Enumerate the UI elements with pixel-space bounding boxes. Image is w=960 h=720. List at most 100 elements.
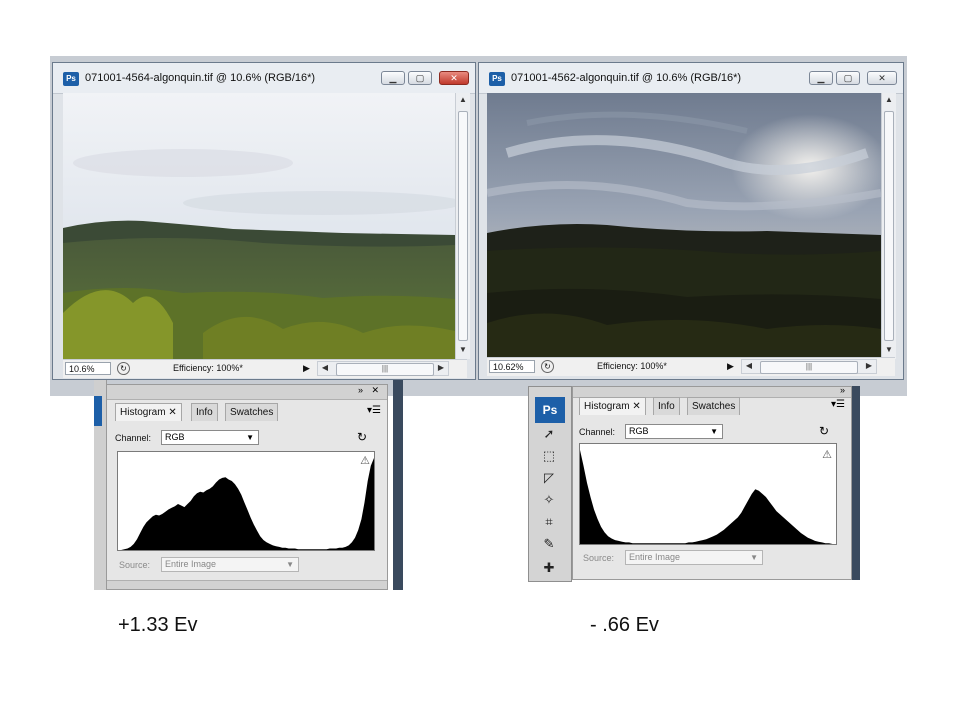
- photo-canvas-underexposed[interactable]: [487, 93, 881, 359]
- window-titlebar[interactable]: Ps 071001-4562-algonquin.tif @ 10.6% (RG…: [479, 63, 903, 94]
- vertical-scrollbar[interactable]: ▲ ▼: [881, 93, 896, 359]
- minimize-button[interactable]: ▁: [809, 71, 833, 85]
- refresh-icon[interactable]: ↻: [819, 424, 829, 438]
- landscape-photo: [63, 93, 455, 359]
- horizontal-scroll-thumb[interactable]: |||: [760, 361, 858, 374]
- maximize-button[interactable]: ▢: [836, 71, 860, 85]
- close-icon: ✕: [878, 73, 886, 83]
- histogram-panel-right: » Histogram ✕ Info Swatches ▾☰ Channel: …: [572, 385, 852, 580]
- minimize-icon: ▁: [389, 73, 397, 83]
- status-menu-arrow-icon[interactable]: ▶: [303, 363, 310, 374]
- vertical-scroll-thumb[interactable]: [458, 111, 468, 341]
- magic-wand-tool-icon[interactable]: ✧: [539, 491, 559, 509]
- scroll-down-icon[interactable]: ▼: [456, 345, 470, 354]
- histogram-chart: [580, 450, 836, 544]
- channel-value: RGB: [165, 432, 185, 442]
- horizontal-scrollbar[interactable]: ◀ ||| ▶: [317, 361, 449, 376]
- source-label: Source:: [119, 560, 151, 570]
- minimize-icon: ▁: [817, 73, 825, 83]
- marquee-tool-icon[interactable]: ⬚: [539, 447, 559, 465]
- eyedropper-tool-icon[interactable]: ✎: [539, 535, 559, 553]
- exposure-caption-right: - .66 Ev: [590, 614, 659, 636]
- panel-close-icon[interactable]: ✕: [371, 385, 379, 396]
- chevron-down-icon: ▼: [750, 553, 758, 562]
- channel-select[interactable]: RGB ▼: [161, 430, 259, 445]
- dock-edge-right: [393, 380, 403, 590]
- maximize-icon: ▢: [415, 73, 425, 83]
- source-select[interactable]: Entire Image ▼: [161, 557, 299, 572]
- collapse-icon[interactable]: »: [840, 385, 845, 395]
- horizontal-scrollbar[interactable]: ◀ ||| ▶: [741, 359, 877, 374]
- source-select[interactable]: Entire Image ▼: [625, 550, 763, 565]
- warning-icon: ⚠: [822, 449, 832, 461]
- tab-label: Histogram: [584, 401, 630, 412]
- scroll-right-icon[interactable]: ▶: [864, 361, 874, 370]
- vertical-scroll-thumb[interactable]: [884, 111, 894, 341]
- zoom-field[interactable]: 10.6%: [65, 362, 111, 375]
- vertical-scrollbar[interactable]: ▲ ▼: [455, 93, 470, 359]
- tab-info[interactable]: Info: [191, 403, 218, 421]
- tab-swatches[interactable]: Swatches: [225, 403, 279, 421]
- histogram-graph: ⚠: [117, 451, 375, 551]
- scroll-up-icon[interactable]: ▲: [456, 95, 470, 104]
- chevron-down-icon: ▼: [710, 427, 718, 436]
- close-button[interactable]: ✕: [439, 71, 469, 85]
- panel-menu-icon[interactable]: ▾☰: [831, 399, 845, 410]
- source-value: Entire Image: [165, 559, 217, 569]
- minimize-button[interactable]: ▁: [381, 71, 405, 85]
- scroll-left-icon[interactable]: ◀: [320, 363, 330, 372]
- move-tool-icon[interactable]: ➚: [539, 425, 559, 443]
- tab-label: Info: [658, 401, 675, 412]
- scroll-left-icon[interactable]: ◀: [744, 361, 754, 370]
- collapse-icon[interactable]: »: [358, 385, 363, 395]
- panel-footer-strip: [107, 580, 387, 589]
- channel-label: Channel:: [115, 433, 152, 443]
- scroll-up-icon[interactable]: ▲: [882, 95, 896, 104]
- scroll-down-icon[interactable]: ▼: [882, 345, 896, 354]
- window-titlebar[interactable]: Ps 071001-4564-algonquin.tif @ 10.6% (RG…: [53, 63, 475, 94]
- refresh-icon[interactable]: ↻: [357, 430, 367, 444]
- zoom-field[interactable]: 10.62%: [489, 360, 535, 373]
- photo-canvas-overexposed[interactable]: [63, 93, 455, 359]
- tab-histogram[interactable]: Histogram ✕: [579, 397, 646, 415]
- navigator-icon[interactable]: ↻: [117, 362, 130, 375]
- histogram-area: [118, 458, 374, 550]
- exposure-caption-left: +1.33 Ev: [118, 614, 198, 636]
- warning-icon: ⚠: [360, 455, 370, 467]
- landscape-photo: [487, 93, 881, 359]
- chevron-down-icon: ▼: [286, 560, 294, 569]
- channel-label: Channel:: [579, 427, 616, 437]
- histogram-graph: ⚠: [579, 443, 837, 545]
- photoshop-logo[interactable]: Ps: [535, 397, 565, 423]
- panel-menu-icon[interactable]: ▾☰: [367, 405, 381, 416]
- crop-tool-icon[interactable]: ⌗: [539, 513, 559, 531]
- panel-tab-row: Histogram ✕ Info Swatches ▾☰: [107, 403, 387, 421]
- maximize-button[interactable]: ▢: [408, 71, 432, 85]
- document-window-right[interactable]: Ps 071001-4562-algonquin.tif @ 10.6% (RG…: [478, 62, 904, 380]
- tab-label: Swatches: [692, 401, 736, 412]
- tab-info[interactable]: Info: [653, 397, 680, 415]
- tab-label: Histogram: [120, 407, 166, 418]
- source-label: Source:: [583, 553, 615, 563]
- lasso-tool-icon[interactable]: ◸: [539, 469, 559, 487]
- document-window-left[interactable]: Ps 071001-4564-algonquin.tif @ 10.6% (RG…: [52, 62, 476, 380]
- panel-tab-row: Histogram ✕ Info Swatches ▾☰: [573, 397, 851, 415]
- toolbox: Ps ➚ ⬚ ◸ ✧ ⌗ ✎ ✚: [528, 386, 572, 582]
- tab-histogram[interactable]: Histogram ✕: [115, 403, 182, 421]
- status-bar: 10.62% ↻ Efficiency: 100%* ▶ ◀ ||| ▶: [487, 357, 895, 376]
- source-value: Entire Image: [629, 552, 681, 562]
- efficiency-readout: Efficiency: 100%*: [173, 363, 243, 373]
- dock-edge-accent: [94, 396, 102, 426]
- healing-brush-tool-icon[interactable]: ✚: [539, 559, 559, 577]
- tab-swatches[interactable]: Swatches: [687, 397, 741, 415]
- chevron-down-icon: ▼: [246, 433, 254, 442]
- horizontal-scroll-thumb[interactable]: |||: [336, 363, 434, 376]
- maximize-icon: ▢: [843, 73, 853, 83]
- close-button[interactable]: ✕: [867, 71, 897, 85]
- histogram-area: [580, 450, 836, 544]
- channel-select[interactable]: RGB ▼: [625, 424, 723, 439]
- navigator-icon[interactable]: ↻: [541, 360, 554, 373]
- panel-header-strip[interactable]: » ✕: [107, 385, 387, 400]
- scroll-right-icon[interactable]: ▶: [436, 363, 446, 372]
- status-menu-arrow-icon[interactable]: ▶: [727, 361, 734, 372]
